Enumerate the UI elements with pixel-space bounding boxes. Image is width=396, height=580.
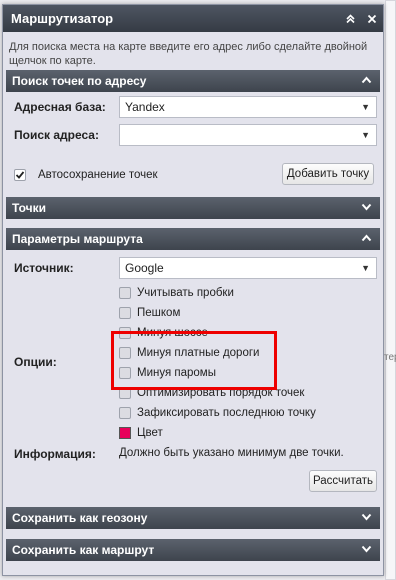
dropdown-arrow-icon: ▼ — [361, 263, 370, 273]
section-title: Поиск точек по адресу — [12, 74, 147, 88]
option-checkbox[interactable] — [119, 287, 131, 299]
window-title: Маршрутизатор — [11, 11, 114, 26]
option-label: Пешком — [137, 307, 181, 319]
section-header-save-geozone[interactable]: Сохранить как геозону — [6, 507, 380, 529]
calculate-button[interactable]: Рассчитать — [309, 470, 377, 492]
chevron-down-icon — [361, 507, 372, 529]
source-label: Источник: — [14, 261, 74, 275]
option-checkbox[interactable] — [119, 387, 131, 399]
address-search-input[interactable]: ▼ — [119, 124, 377, 146]
option-checkbox[interactable] — [119, 327, 131, 339]
option-traffic[interactable]: Учитывать пробки — [119, 285, 234, 301]
source-row: Источник: — [14, 261, 74, 275]
address-search-row: Поиск адреса: — [14, 128, 99, 142]
option-label: Зафиксировать последнюю точку — [137, 407, 316, 419]
option-checkbox[interactable] — [119, 407, 131, 419]
source-select[interactable]: Google ▼ — [119, 257, 377, 279]
section-header-save-route[interactable]: Сохранить как маршрут — [6, 539, 380, 561]
option-avoid-highways[interactable]: Минуя шоссе — [119, 325, 208, 341]
color-picker[interactable]: Цвет — [119, 425, 163, 441]
section-header-route[interactable]: Параметры маршрута — [6, 228, 380, 250]
router-window: Маршрутизатор Для поиска места на карте … — [2, 4, 384, 576]
dropdown-arrow-icon: ▼ — [361, 102, 370, 112]
option-walk[interactable]: Пешком — [119, 305, 180, 321]
chevron-up-icon — [361, 70, 372, 92]
address-base-value: Yandex — [125, 100, 165, 114]
info-text: Должно быть указано минимум две точки. — [119, 447, 344, 459]
option-label: Минуя шоссе — [137, 327, 208, 339]
section-title: Сохранить как геозону — [12, 511, 148, 525]
section-header-points[interactable]: Точки — [6, 197, 380, 219]
option-label: Учитывать пробки — [137, 287, 234, 299]
option-fix-last-point[interactable]: Зафиксировать последнюю точку — [119, 405, 316, 421]
section-body-address: Адресная база: Yandex ▼ Поиск адреса: ▼ … — [6, 92, 380, 194]
option-checkbox[interactable] — [119, 347, 131, 359]
option-avoid-ferries[interactable]: Минуя паромы — [119, 365, 216, 381]
option-optimize-order[interactable]: Оптимизировать порядок точек — [119, 385, 304, 401]
option-label: Оптимизировать порядок точек — [137, 387, 305, 399]
chevron-down-icon — [361, 197, 372, 219]
address-base-row: Адресная база: — [14, 100, 106, 114]
window-description: Для поиска места на карте введите его ад… — [9, 41, 368, 67]
autosave-row: Автосохранение точек — [14, 169, 158, 181]
address-base-select[interactable]: Yandex ▼ — [119, 96, 377, 118]
section-title: Сохранить как маршрут — [12, 543, 155, 557]
option-avoid-tolls[interactable]: Минуя платные дороги — [119, 345, 259, 361]
autosave-checkbox[interactable] — [14, 169, 26, 181]
chevron-up-icon — [361, 228, 372, 250]
options-row: Опции: — [14, 355, 57, 369]
source-value: Google — [125, 261, 164, 275]
collapse-icon[interactable] — [339, 5, 361, 32]
option-checkbox[interactable] — [119, 307, 131, 319]
section-header-address[interactable]: Поиск точек по адресу — [6, 70, 380, 92]
option-checkbox[interactable] — [119, 367, 131, 379]
address-search-label: Поиск адреса: — [14, 128, 99, 142]
chevron-down-icon — [361, 539, 372, 561]
autosave-label: Автосохранение точек — [38, 169, 158, 181]
close-icon[interactable] — [361, 5, 383, 32]
color-label: Цвет — [137, 427, 163, 439]
color-swatch[interactable] — [119, 427, 131, 439]
window-titlebar[interactable]: Маршрутизатор — [3, 5, 383, 32]
dropdown-arrow-icon: ▼ — [361, 130, 370, 140]
info-label: Информация: — [14, 447, 96, 461]
option-label: Минуя паромы — [137, 367, 216, 379]
option-label: Минуя платные дороги — [137, 347, 260, 359]
section-title: Параметры маршрута — [12, 232, 143, 246]
map-label: тер — [384, 352, 396, 363]
section-body-route: Источник: Google ▼ Учитывать пробки Пешк… — [6, 250, 380, 498]
info-row: Информация: — [14, 447, 96, 461]
map-road — [385, 0, 396, 580]
options-label: Опции: — [14, 355, 57, 369]
section-title: Точки — [12, 201, 46, 215]
address-base-label: Адресная база: — [14, 100, 106, 114]
add-point-button[interactable]: Добавить точку — [282, 163, 374, 185]
